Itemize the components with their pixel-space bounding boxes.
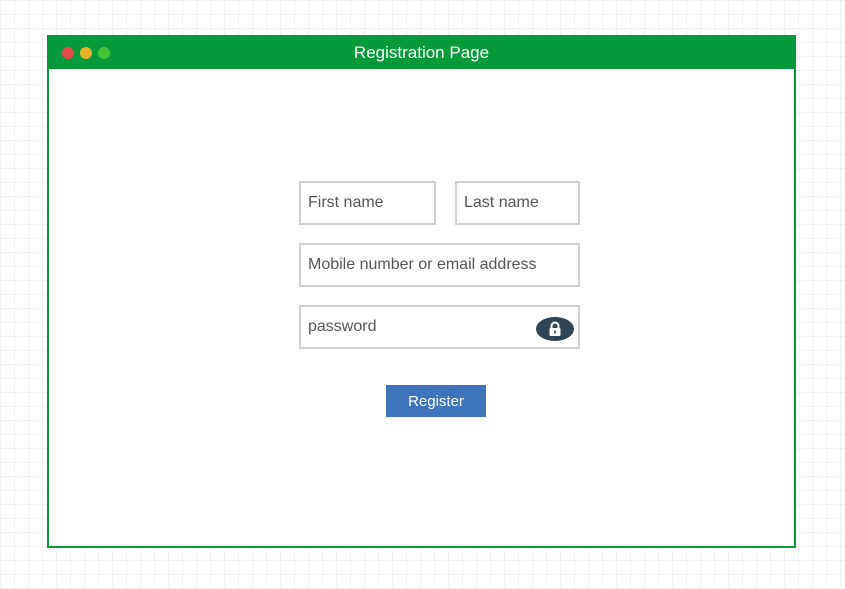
last-name-field	[455, 181, 580, 225]
first-name-input[interactable]	[301, 183, 434, 223]
mobile-or-email-input[interactable]	[301, 245, 578, 285]
browser-window: Registration Page Register	[47, 35, 796, 548]
register-button[interactable]: Register	[386, 385, 486, 417]
lock-icon	[549, 321, 561, 336]
last-name-input[interactable]	[457, 183, 578, 223]
password-lock-toggle[interactable]	[536, 317, 574, 341]
title-bar: Registration Page	[49, 37, 794, 69]
first-name-field	[299, 181, 436, 225]
password-field	[299, 305, 580, 349]
window-title: Registration Page	[353, 43, 490, 62]
contact-field	[299, 243, 580, 287]
